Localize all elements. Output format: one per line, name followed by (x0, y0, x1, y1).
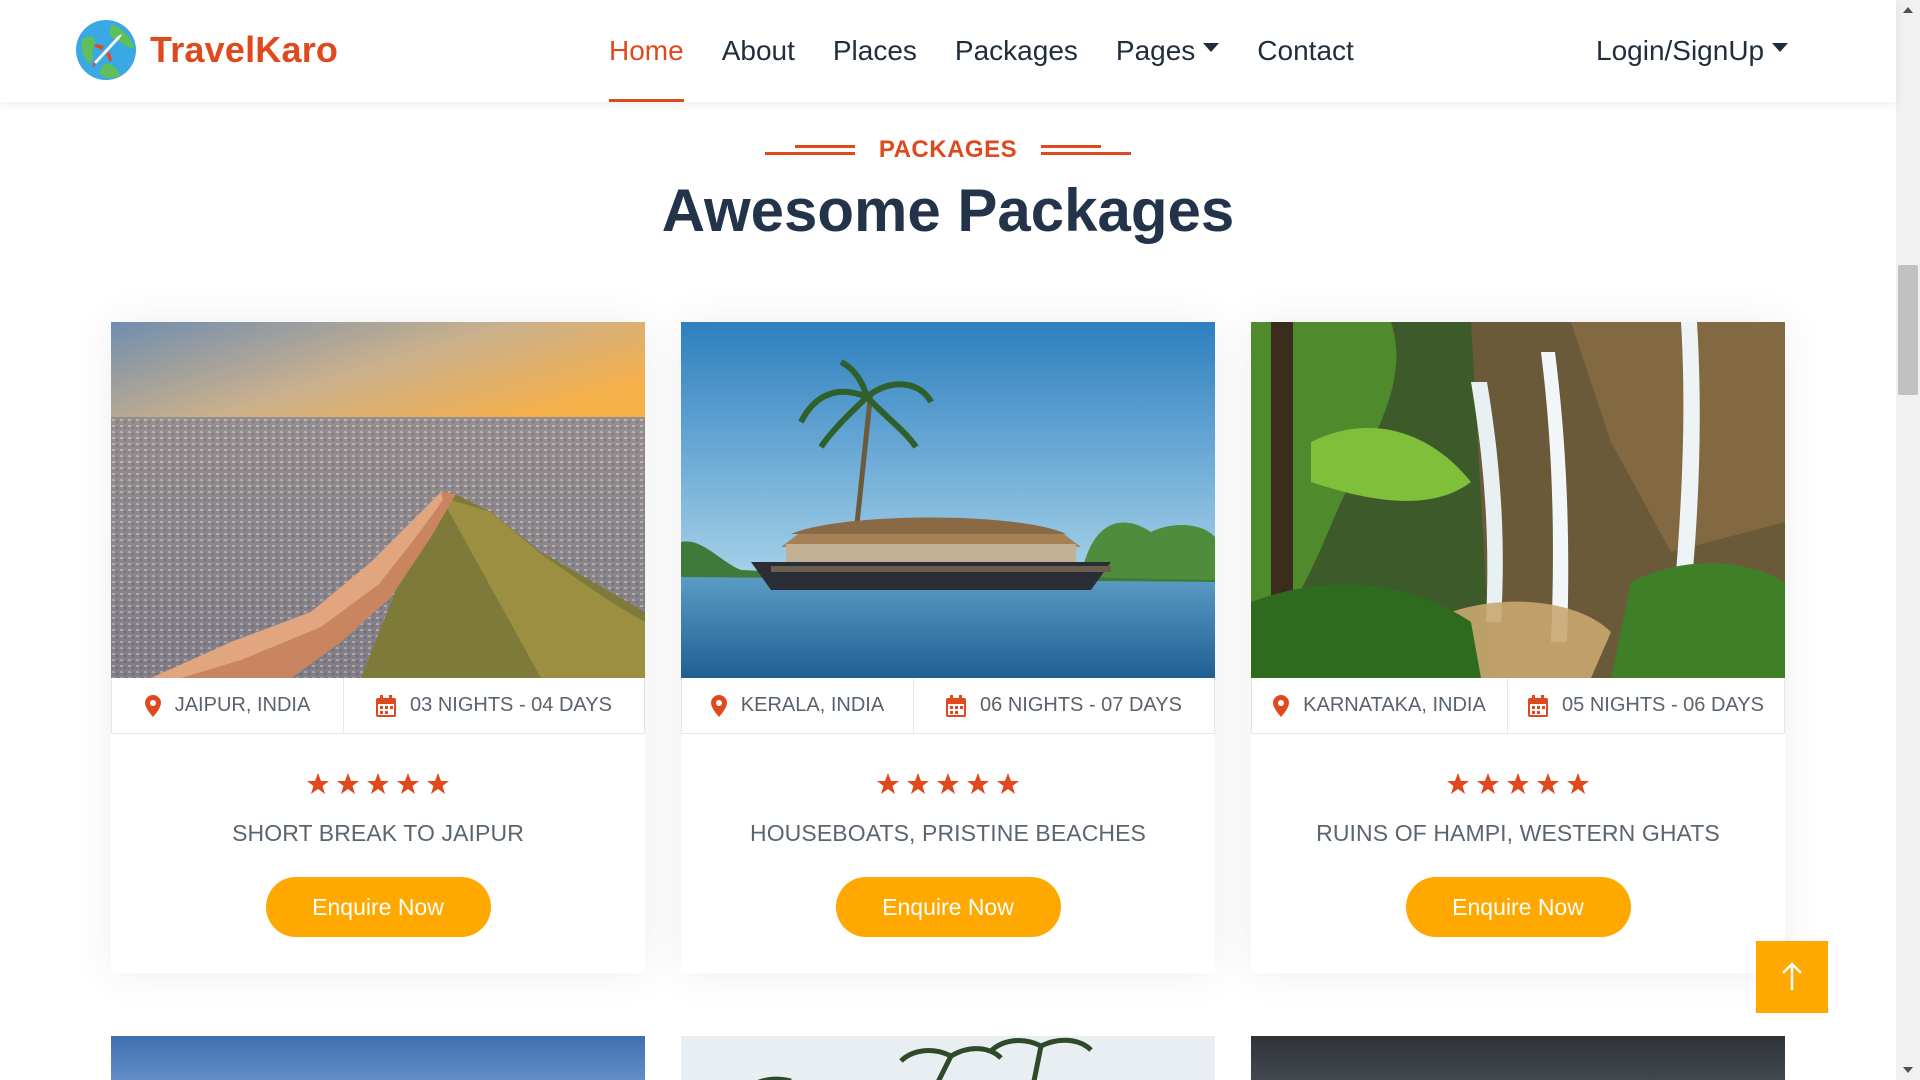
nav-packages-label: Packages (954, 35, 1078, 66)
nav-home[interactable]: Home (590, 0, 703, 102)
package-card: KERALA, INDIA 06 NIGHTS - 07 DAYS HOUSEB… (681, 322, 1215, 973)
package-card: JAIPUR, INDIA 03 NIGHTS - 04 DAYS SHORT … (111, 322, 645, 973)
scroll-down-arrow-icon[interactable] (1896, 1060, 1920, 1080)
package-duration: 05 NIGHTS - 06 DAYS (1508, 678, 1784, 733)
nav-places-label: Places (832, 35, 917, 66)
package-photo-partial (681, 1036, 1215, 1080)
star-icon (1567, 773, 1589, 794)
map-pin-icon (144, 694, 161, 717)
package-location-label: KERALA, INDIA (740, 694, 885, 716)
star-icon (427, 773, 449, 794)
calendar-icon (1528, 694, 1549, 717)
star-icon (1507, 773, 1529, 794)
decorative-lines-left (764, 143, 855, 157)
package-body: RUINS OF HAMPI, WESTERN GHATS Enquire No… (1251, 734, 1785, 973)
star-icon (937, 773, 959, 794)
main-nav: Home About Places Packages Pages Contact (590, 0, 1373, 102)
package-location: KERALA, INDIA (682, 678, 914, 733)
star-icon (1537, 773, 1559, 794)
caret-down-icon (1772, 42, 1789, 52)
package-location: JAIPUR, INDIA (112, 678, 344, 733)
section-eyebrow: PACKAGES (878, 136, 1018, 163)
karnataka-waterfall-photo (1251, 322, 1785, 678)
jaipur-fort-wall-photo (111, 322, 645, 678)
enquire-now-button[interactable]: Enquire Now (265, 877, 491, 937)
package-photo-partial (111, 1036, 645, 1080)
rating-stars (1251, 772, 1785, 796)
package-title: RUINS OF HAMPI, WESTERN GHATS (1316, 820, 1720, 846)
nav-pages-label: Pages (1115, 35, 1196, 66)
star-icon (367, 773, 389, 794)
package-location-label: KARNATAKA, INDIA (1303, 694, 1486, 716)
scrollbar-thumb[interactable] (1898, 265, 1918, 395)
package-body: SHORT BREAK TO JAIPUR Enquire Now (111, 734, 645, 973)
arrow-up-icon (1782, 962, 1802, 990)
back-to-top-button[interactable] (1756, 941, 1828, 1013)
package-card-partial (681, 1036, 1215, 1080)
star-icon (1447, 773, 1469, 794)
package-meta: JAIPUR, INDIA 03 NIGHTS - 04 DAYS (111, 678, 645, 734)
nav-contact-label: Contact (1257, 35, 1354, 66)
package-card: KARNATAKA, INDIA 05 NIGHTS - 06 DAYS RUI… (1251, 322, 1785, 973)
rating-stars (681, 772, 1215, 796)
star-icon (997, 773, 1019, 794)
package-duration-label: 06 NIGHTS - 07 DAYS (980, 694, 1182, 716)
login-signup-label: Login/SignUp (1596, 35, 1765, 66)
enquire-now-button[interactable]: Enquire Now (835, 877, 1061, 937)
calendar-icon (376, 694, 397, 717)
package-photo-partial (1251, 1036, 1785, 1080)
package-location-label: JAIPUR, INDIA (174, 694, 311, 716)
package-card-partial (1251, 1036, 1785, 1080)
login-signup-dropdown[interactable]: Login/SignUp (1596, 0, 1789, 102)
star-icon (1477, 773, 1499, 794)
nav-home-label: Home (609, 35, 684, 66)
package-location: KARNATAKA, INDIA (1252, 678, 1508, 733)
globe-plane-logo-icon (76, 20, 136, 80)
nav-about-label: About (721, 35, 795, 66)
decorative-lines-right (1041, 143, 1132, 157)
star-icon (307, 773, 329, 794)
star-icon (967, 773, 989, 794)
package-card-partial (111, 1036, 645, 1080)
nav-about[interactable]: About (703, 0, 814, 102)
section-eyebrow-row: PACKAGES (0, 136, 1896, 164)
brand-name: TravelKaro (150, 29, 339, 70)
nav-places[interactable]: Places (814, 0, 936, 102)
package-duration-label: 03 NIGHTS - 04 DAYS (410, 694, 612, 716)
star-icon (877, 773, 899, 794)
package-duration-label: 05 NIGHTS - 06 DAYS (1562, 694, 1764, 716)
package-title: HOUSEBOATS, PRISTINE BEACHES (749, 820, 1146, 846)
package-title: SHORT BREAK TO JAIPUR (232, 820, 524, 846)
nav-contact[interactable]: Contact (1238, 0, 1373, 102)
rating-stars (111, 772, 645, 796)
package-meta: KARNATAKA, INDIA 05 NIGHTS - 06 DAYS (1251, 678, 1785, 734)
section-title: Awesome Packages (661, 177, 1235, 244)
map-pin-icon (710, 694, 727, 717)
package-body: HOUSEBOATS, PRISTINE BEACHES Enquire Now (681, 734, 1215, 973)
enquire-now-button[interactable]: Enquire Now (1405, 877, 1631, 937)
package-duration: 03 NIGHTS - 04 DAYS (344, 678, 644, 733)
map-pin-icon (1273, 694, 1290, 717)
nav-packages[interactable]: Packages (936, 0, 1097, 102)
nav-pages-dropdown[interactable]: Pages (1097, 0, 1238, 102)
package-meta: KERALA, INDIA 06 NIGHTS - 07 DAYS (681, 678, 1215, 734)
star-icon (397, 773, 419, 794)
caret-down-icon (1203, 42, 1220, 52)
star-icon (337, 773, 359, 794)
calendar-icon (946, 694, 967, 717)
package-duration: 06 NIGHTS - 07 DAYS (914, 678, 1214, 733)
star-icon (907, 773, 929, 794)
kerala-houseboat-photo (681, 322, 1215, 678)
brand[interactable]: TravelKaro (74, 18, 338, 82)
page-scrollbar[interactable] (1896, 0, 1920, 1080)
scroll-up-arrow-icon[interactable] (1896, 0, 1920, 20)
navbar: TravelKaro Home About Places Packages Pa… (0, 0, 1896, 102)
